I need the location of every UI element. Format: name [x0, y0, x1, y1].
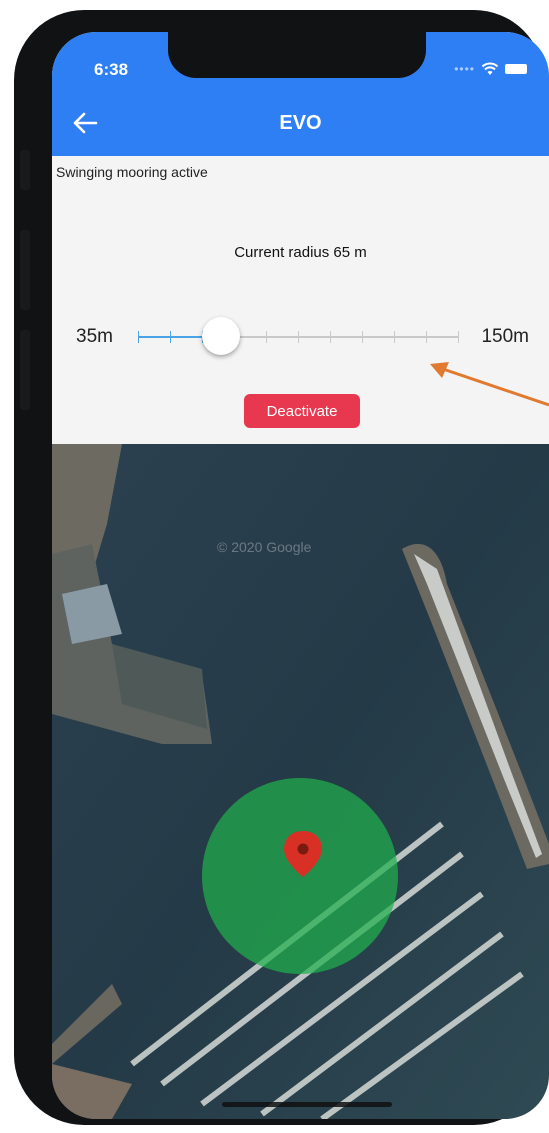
slider-tick [266, 331, 267, 343]
slider-tick [298, 331, 299, 343]
slider-tick [138, 331, 139, 343]
slider-tick [426, 331, 427, 343]
slider-track-inactive [221, 336, 458, 338]
map-watermark: © 2020 Google [217, 539, 312, 555]
app-screen: 6:38 •••• EVO Swinging mooring active Cu… [52, 32, 549, 1119]
phone-frame: 6:38 •••• EVO Swinging mooring active Cu… [14, 10, 549, 1125]
mooring-panel: Swinging mooring active Current radius 6… [52, 156, 549, 444]
home-indicator[interactable] [222, 1102, 392, 1107]
status-time: 6:38 [94, 60, 129, 79]
slider-min-label: 35m [76, 326, 113, 347]
wifi-icon [481, 62, 499, 75]
page-title: EVO [279, 112, 322, 134]
deactivate-button[interactable]: Deactivate [244, 394, 360, 428]
mooring-radius-circle [202, 778, 398, 974]
mooring-status-text: Swinging mooring active [56, 164, 208, 180]
slider-tick [458, 331, 459, 343]
current-radius-text: Current radius 65 m [234, 244, 367, 261]
signal-icon: •••• [454, 62, 475, 76]
slider-tick [362, 331, 363, 343]
slider-thumb[interactable] [202, 317, 241, 355]
slider-tick [394, 331, 395, 343]
slider-tick [170, 331, 171, 343]
volume-up-button [20, 230, 30, 310]
mute-switch [20, 150, 30, 190]
slider-tick [330, 331, 331, 343]
radius-slider[interactable] [138, 316, 459, 358]
slider-max-label: 150m [481, 326, 529, 347]
notch [168, 32, 426, 78]
status-icons: •••• [454, 62, 527, 76]
map-image: © 2020 Google [52, 444, 549, 1119]
satellite-map[interactable]: © 2020 Google [52, 444, 549, 1119]
volume-down-button [20, 330, 30, 410]
battery-icon [505, 64, 527, 74]
